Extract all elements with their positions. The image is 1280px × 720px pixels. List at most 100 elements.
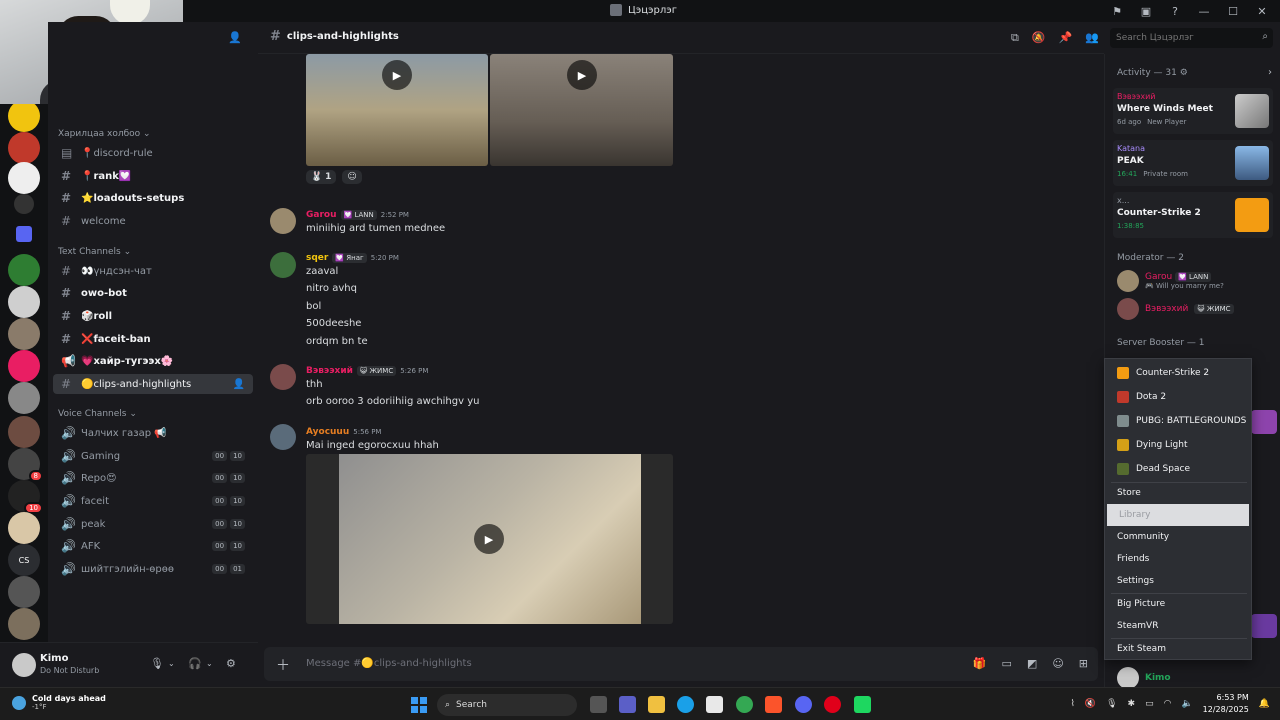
menu-item-store[interactable]: Store [1105, 482, 1251, 504]
author-name[interactable]: Garou [306, 210, 337, 220]
server-icon[interactable] [8, 318, 40, 350]
server-icon[interactable] [8, 100, 40, 132]
taskbar-search[interactable]: ⌕ Search [437, 694, 577, 716]
video-attachment[interactable]: ▶ [490, 54, 673, 166]
menu-item-game[interactable]: Dead Space [1105, 458, 1251, 480]
emoji-icon[interactable]: ☺ [1052, 657, 1063, 670]
voice-channel[interactable]: 🔊 Чалчих газар 📢 [53, 423, 253, 443]
avatar[interactable] [270, 364, 296, 390]
search-bar[interactable]: ⌕ [1110, 28, 1273, 48]
display-icon[interactable]: ▭ [1145, 699, 1154, 709]
bluetooth-icon[interactable]: ✱ [1128, 699, 1136, 709]
server-icon[interactable] [8, 162, 40, 194]
server-icon[interactable] [8, 254, 40, 286]
member-item[interactable]: Garou 💟 LANN 🎮 Will you marry me? [1117, 270, 1224, 292]
server-icon[interactable] [8, 512, 40, 544]
menu-item-game[interactable]: Dota 2 [1105, 386, 1251, 408]
menu-item-game[interactable]: PUBG: BATTLEGROUNDS [1105, 410, 1251, 432]
server-icon[interactable]: CS [8, 544, 40, 576]
chevron-down-icon[interactable]: ⌄ [206, 659, 213, 668]
channel-item[interactable]: ▤ 📍discord-rule [53, 143, 253, 163]
video-attachment[interactable]: ▶ [306, 54, 488, 166]
gift-icon[interactable]: 🎁 [973, 657, 987, 670]
menu-item-big-picture[interactable]: Big Picture [1105, 593, 1251, 615]
file-explorer-icon[interactable] [648, 696, 665, 713]
server-icon[interactable] [8, 350, 40, 382]
author-name[interactable]: Ayocuuu [306, 427, 349, 437]
category-header[interactable]: Text Channels ⌄ [58, 247, 131, 257]
screen-icon[interactable]: ▣ [1138, 3, 1154, 19]
server-icon[interactable] [8, 132, 40, 164]
category-header[interactable]: Voice Channels ⌄ [58, 409, 137, 419]
inbox-flag-icon[interactable]: ⚑ [1109, 3, 1125, 19]
app-icon[interactable] [854, 696, 871, 713]
channel-item-active[interactable]: # 🟡clips-and-highlights 👤 [53, 374, 253, 394]
maximize-icon[interactable]: ☐ [1225, 3, 1241, 19]
members-icon[interactable]: 👥 [1085, 31, 1099, 45]
teams-icon[interactable] [619, 696, 636, 713]
start-button[interactable] [411, 697, 427, 713]
menu-item-library[interactable]: Library [1107, 504, 1249, 526]
search-input[interactable] [1110, 28, 1273, 48]
pin-icon[interactable]: 📌 [1059, 31, 1073, 45]
voice-channel[interactable]: 🔊 шийтгэлийн-өрөө 00 01 [53, 559, 253, 579]
minimize-icon[interactable]: — [1196, 3, 1212, 19]
wifi-icon[interactable]: ◠ [1164, 699, 1172, 709]
author-name[interactable]: sqer [306, 253, 328, 263]
gif-icon[interactable]: ▭ [1002, 657, 1012, 670]
task-view-icon[interactable] [590, 696, 607, 713]
add-member-icon[interactable]: 👤 [228, 31, 242, 44]
voice-channel[interactable]: 🔊 Gaming 00 10 [53, 446, 253, 466]
apps-icon[interactable]: ⊞ [1079, 657, 1088, 670]
member-item[interactable]: Вэвээхий 😺 ЖИМС [1117, 298, 1234, 320]
message-composer[interactable]: ＋ Message #🟡clips-and-highlights 🎁 ▭ ◩ ☺… [264, 647, 1098, 681]
channel-item[interactable]: # ❌faceit-ban [53, 329, 253, 349]
play-icon[interactable]: ▶ [474, 524, 504, 554]
chrome-icon[interactable] [736, 696, 753, 713]
menu-item-community[interactable]: Community [1105, 526, 1251, 548]
microphone-icon[interactable]: 🎙 [150, 657, 164, 670]
avatar[interactable] [270, 252, 296, 278]
channel-item[interactable]: 📢 💗хайр-тугээх🌸 [53, 351, 253, 371]
notification-icon[interactable]: 🔔 [1259, 699, 1270, 709]
folder-icon[interactable] [16, 226, 32, 242]
clock[interactable]: 6:53 PM 12/28/2025 [1203, 692, 1249, 716]
channel-item[interactable]: # welcome [53, 211, 253, 231]
reaction[interactable]: 🐰 1 [306, 170, 337, 184]
author-name[interactable]: Вэвээхий [306, 366, 353, 376]
add-member-icon[interactable]: 👤 [233, 379, 245, 390]
avatar[interactable] [270, 208, 296, 234]
channel-item[interactable]: # ⭐loadouts-setups [53, 188, 253, 208]
video-attachment[interactable]: ▶ [306, 454, 673, 624]
menu-item-game[interactable]: Counter-Strike 2 [1105, 362, 1251, 384]
activity-card[interactable]: Katana PEAK 16:41 Private room [1113, 140, 1273, 186]
mute-bell-icon[interactable]: 🔕 [1032, 31, 1046, 45]
activity-card[interactable]: x... Counter-Strike 2 1:38:85 [1113, 192, 1273, 238]
play-icon[interactable]: ▶ [567, 60, 597, 90]
brave-icon[interactable] [765, 696, 782, 713]
menu-item-game[interactable]: Dying Light [1105, 434, 1251, 456]
discord-icon[interactable] [795, 696, 812, 713]
member-item[interactable]: Kimo [1117, 667, 1171, 689]
opera-icon[interactable] [824, 696, 841, 713]
mute-icon[interactable]: 🔇 [1085, 699, 1096, 709]
composer-placeholder[interactable]: Message #🟡clips-and-highlights [306, 658, 472, 669]
voice-channel[interactable]: 🔊 AFK 00 10 [53, 536, 253, 556]
server-icon[interactable] [8, 608, 40, 640]
volume-icon[interactable]: 🔈 [1181, 699, 1192, 709]
network-icon[interactable]: ⌇ [1070, 699, 1074, 709]
menu-item-exit-steam[interactable]: Exit Steam [1105, 638, 1251, 660]
headphones-icon[interactable]: 🎧 [188, 657, 202, 670]
add-reaction-icon[interactable]: ☺ [342, 170, 362, 184]
help-icon[interactable]: ? [1167, 3, 1183, 19]
close-icon[interactable]: ✕ [1254, 3, 1270, 19]
add-attachment-icon[interactable]: ＋ [276, 655, 290, 675]
server-icon[interactable] [8, 576, 40, 608]
server-icon[interactable] [8, 416, 40, 448]
edge-icon[interactable] [677, 696, 694, 713]
server-icon[interactable]: 8 [8, 448, 43, 482]
activity-card[interactable]: Вэвээхий Where Winds Meet 6d ago New Play… [1113, 88, 1273, 134]
channel-item[interactable]: # owo-bot [53, 283, 253, 303]
avatar[interactable] [12, 653, 36, 677]
chevron-right-icon[interactable]: › [1268, 67, 1272, 78]
